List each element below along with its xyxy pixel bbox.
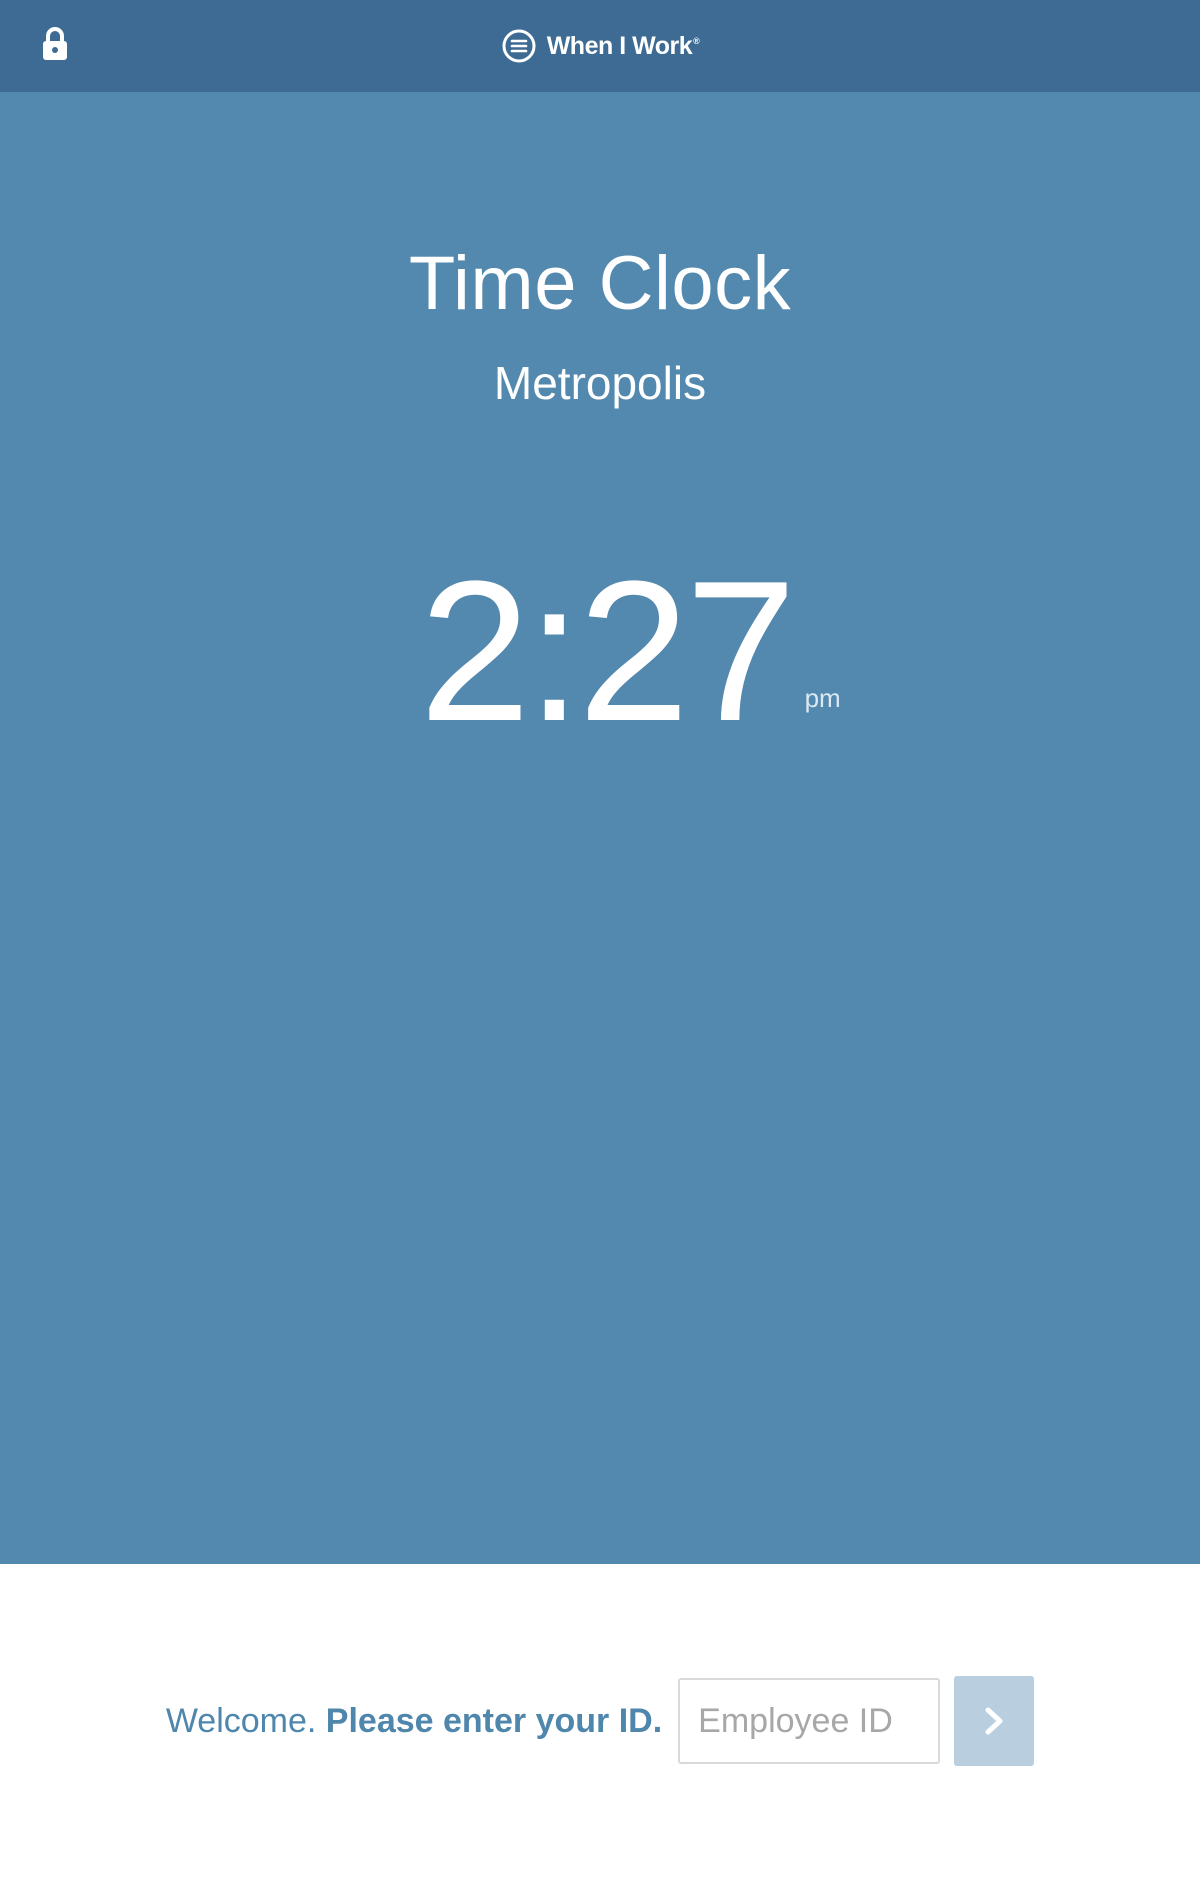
- clock-time: 2:27: [419, 540, 796, 763]
- clock-display: 2:27 pm: [0, 552, 1200, 752]
- clock-ampm: pm: [804, 683, 841, 713]
- submit-id-button[interactable]: [954, 1676, 1035, 1766]
- brand-name-text: When I Work: [546, 31, 693, 60]
- registered-mark: ®: [693, 36, 700, 47]
- brand-name: When I Work®: [547, 32, 700, 61]
- employee-login-form: Welcome. Please enter your ID.: [0, 1676, 1200, 1766]
- welcome-prompt: Please enter your ID.: [325, 1701, 663, 1740]
- page-title: Time Clock: [408, 241, 792, 326]
- employee-id-input[interactable]: [678, 1678, 941, 1764]
- location-name: Metropolis: [493, 357, 707, 409]
- welcome-message: Welcome. Please enter your ID.: [166, 1702, 662, 1741]
- time-clock-panel: Time Clock Metropolis 2:27 pm: [0, 92, 1200, 1564]
- chevron-right-icon: [985, 1707, 1003, 1735]
- brand-logo: When I Work®: [0, 0, 1200, 92]
- welcome-greeting: Welcome.: [165, 1701, 317, 1740]
- when-i-work-logo-icon: [502, 29, 536, 63]
- top-bar: When I Work®: [0, 0, 1200, 92]
